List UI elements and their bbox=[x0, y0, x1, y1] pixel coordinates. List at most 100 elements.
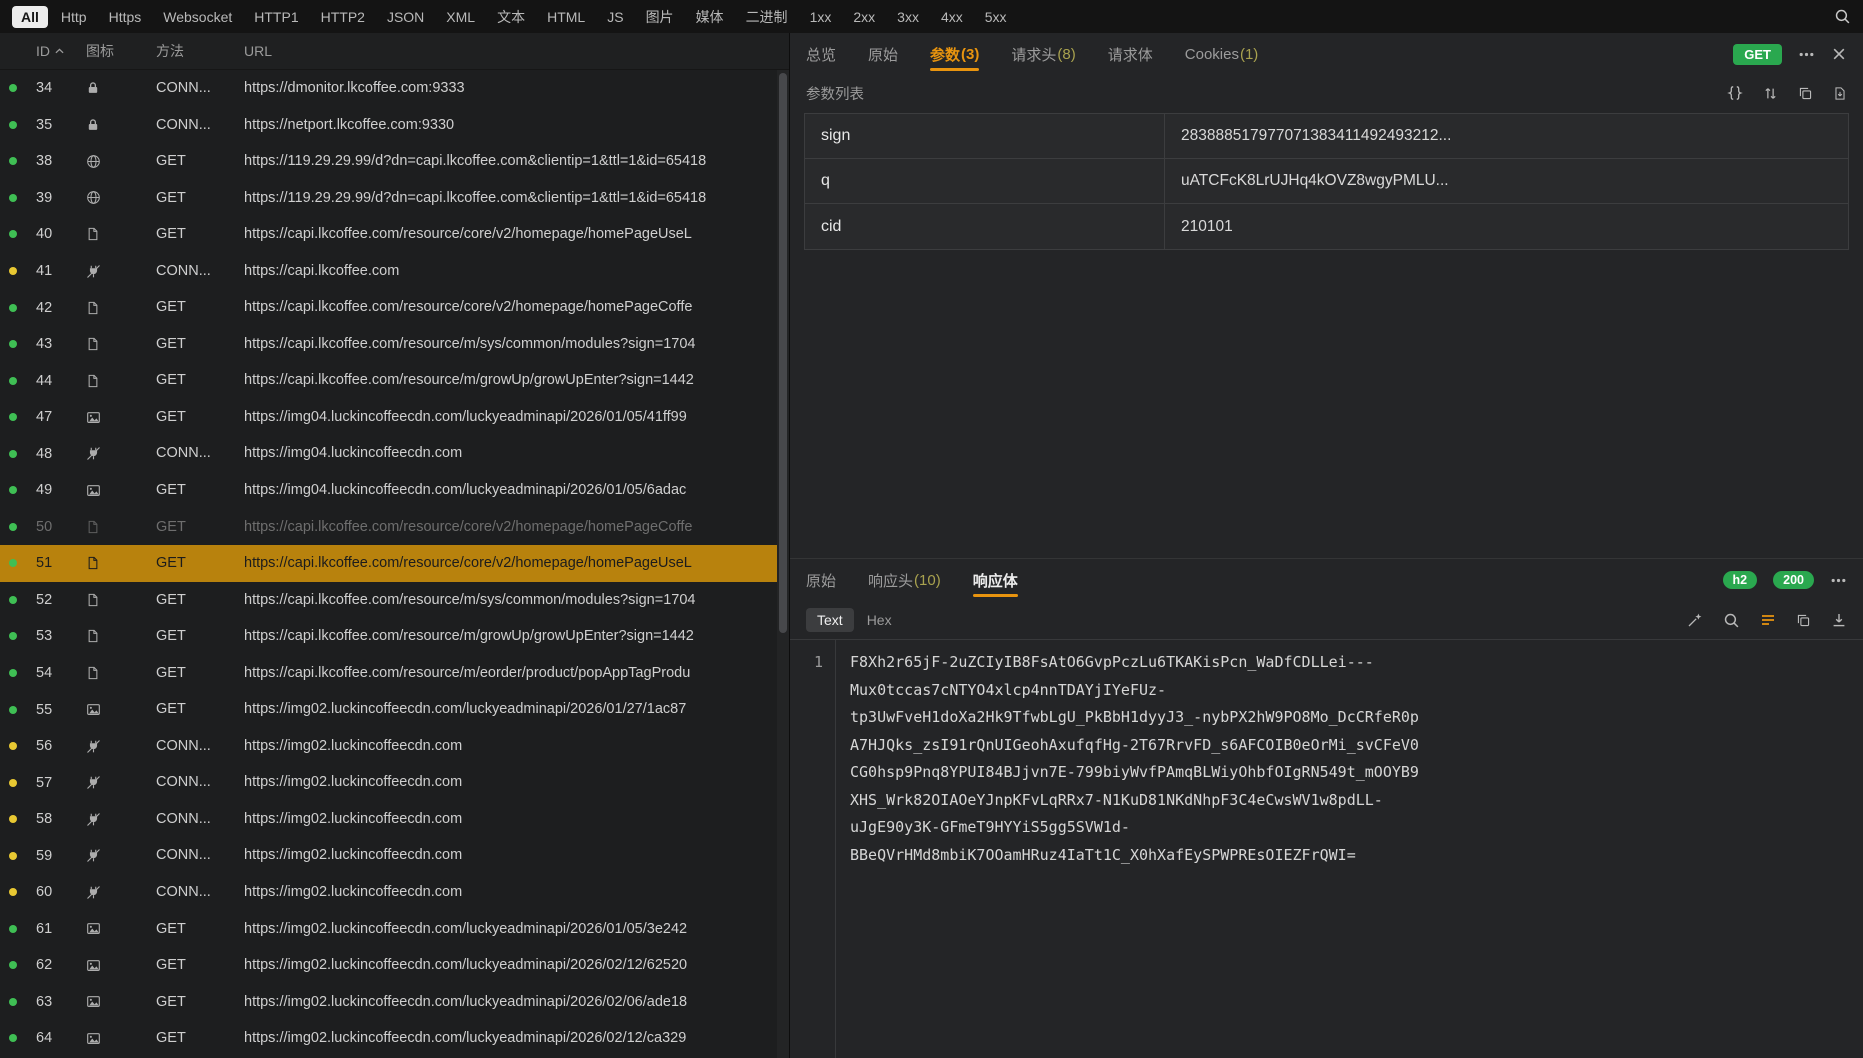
column-url[interactable]: URL bbox=[236, 43, 789, 59]
filter-JS[interactable]: JS bbox=[598, 6, 632, 28]
request-row-60[interactable]: 60CONN...https://img02.luckincoffeecdn.c… bbox=[0, 874, 777, 911]
param-row[interactable]: cid210101 bbox=[805, 204, 1848, 249]
filter-HTTP2[interactable]: HTTP2 bbox=[312, 6, 374, 28]
request-list-panel: ID 图标 方法 URL 34CONN...https://dmonitor.l… bbox=[0, 33, 789, 1058]
filter-Http[interactable]: Http bbox=[52, 6, 96, 28]
request-row-53[interactable]: 53GEThttps://capi.lkcoffee.com/resource/… bbox=[0, 618, 777, 655]
tab-总览[interactable]: 总览 bbox=[806, 33, 836, 75]
tab-原始[interactable]: 原始 bbox=[868, 33, 898, 75]
request-row-49[interactable]: 49GEThttps://img04.luckincoffeecdn.com/l… bbox=[0, 472, 777, 509]
tab-响应头[interactable]: 响应头(10) bbox=[868, 559, 941, 601]
close-icon[interactable] bbox=[1831, 46, 1847, 62]
copy-body-icon[interactable] bbox=[1796, 613, 1811, 628]
view-mode-Hex[interactable]: Hex bbox=[856, 608, 903, 632]
request-row-38[interactable]: 38GEThttps://119.29.29.99/d?dn=capi.lkco… bbox=[0, 143, 777, 180]
request-row-54[interactable]: 54GEThttps://capi.lkcoffee.com/resource/… bbox=[0, 655, 777, 692]
tab-参数[interactable]: 参数(3) bbox=[930, 33, 979, 75]
download-body-icon[interactable] bbox=[1831, 612, 1847, 628]
filter-1xx[interactable]: 1xx bbox=[801, 6, 841, 28]
request-row-59[interactable]: 59CONN...https://img02.luckincoffeecdn.c… bbox=[0, 837, 777, 874]
lock-icon bbox=[82, 118, 148, 132]
row-method: CONN... bbox=[148, 874, 236, 911]
filter-XML[interactable]: XML bbox=[437, 6, 484, 28]
request-row-43[interactable]: 43GEThttps://capi.lkcoffee.com/resource/… bbox=[0, 326, 777, 363]
filter-HTTP1[interactable]: HTTP1 bbox=[245, 6, 307, 28]
image-icon bbox=[82, 410, 148, 425]
column-id[interactable]: ID bbox=[26, 43, 82, 59]
request-row-51[interactable]: 51GEThttps://capi.lkcoffee.com/resource/… bbox=[0, 545, 777, 582]
request-row-57[interactable]: 57CONN...https://img02.luckincoffeecdn.c… bbox=[0, 764, 777, 801]
request-rows: 34CONN...https://dmonitor.lkcoffee.com:9… bbox=[0, 70, 777, 1058]
param-row[interactable]: quATCFcK8LrUJHq4kOVZ8wgyPMLU... bbox=[805, 159, 1848, 204]
sort-toggle-icon[interactable] bbox=[1763, 86, 1778, 101]
row-url: https://img02.luckincoffeecdn.com bbox=[236, 764, 777, 801]
request-row-62[interactable]: 62GEThttps://img02.luckincoffeecdn.com/l… bbox=[0, 947, 777, 984]
filter-Https[interactable]: Https bbox=[100, 6, 151, 28]
row-url: https://img02.luckincoffeecdn.com bbox=[236, 837, 777, 874]
tab-请求头[interactable]: 请求头(8) bbox=[1011, 33, 1075, 75]
request-row-42[interactable]: 42GEThttps://capi.lkcoffee.com/resource/… bbox=[0, 289, 777, 326]
search-icon[interactable] bbox=[1834, 8, 1851, 25]
scrollbar-thumb[interactable] bbox=[779, 73, 787, 633]
status-dot bbox=[9, 706, 17, 714]
scrollbar[interactable] bbox=[777, 70, 789, 1058]
request-row-58[interactable]: 58CONN...https://img02.luckincoffeecdn.c… bbox=[0, 801, 777, 838]
request-row-39[interactable]: 39GEThttps://119.29.29.99/d?dn=capi.lkco… bbox=[0, 180, 777, 217]
response-tabbar: 原始响应头(10)响应体 h2 200 bbox=[790, 559, 1863, 601]
response-body-text[interactable]: F8Xh2r65jF-2uZCIyIB8FsAtO6GvpPczLu6TKAKi… bbox=[836, 640, 1863, 1058]
column-icon[interactable]: 图标 bbox=[82, 41, 148, 61]
tab-原始[interactable]: 原始 bbox=[806, 559, 836, 601]
row-id: 47 bbox=[26, 409, 82, 425]
request-row-47[interactable]: 47GEThttps://img04.luckincoffeecdn.com/l… bbox=[0, 399, 777, 436]
filter-JSON[interactable]: JSON bbox=[378, 6, 433, 28]
tab-响应体[interactable]: 响应体 bbox=[973, 559, 1018, 601]
status-dot bbox=[9, 413, 17, 421]
status-dot bbox=[9, 523, 17, 531]
view-mode-Text[interactable]: Text bbox=[806, 608, 854, 632]
json-view-icon[interactable] bbox=[1727, 85, 1743, 101]
export-params-icon[interactable] bbox=[1833, 86, 1847, 101]
column-method[interactable]: 方法 bbox=[148, 41, 236, 61]
filter-二进制[interactable]: 二进制 bbox=[737, 4, 797, 30]
more-options-icon[interactable] bbox=[1798, 46, 1815, 63]
status-dot bbox=[9, 121, 17, 129]
request-row-35[interactable]: 35CONN...https://netport.lkcoffee.com:93… bbox=[0, 107, 777, 144]
filter-图片[interactable]: 图片 bbox=[637, 4, 683, 30]
row-method: CONN... bbox=[148, 837, 236, 874]
request-row-41[interactable]: 41CONN...https://capi.lkcoffee.com bbox=[0, 253, 777, 290]
request-row-52[interactable]: 52GEThttps://capi.lkcoffee.com/resource/… bbox=[0, 582, 777, 619]
row-method: GET bbox=[148, 1020, 236, 1057]
request-row-44[interactable]: 44GEThttps://capi.lkcoffee.com/resource/… bbox=[0, 362, 777, 399]
filter-HTML[interactable]: HTML bbox=[538, 6, 594, 28]
doc-icon bbox=[82, 556, 148, 570]
filter-Websocket[interactable]: Websocket bbox=[154, 6, 241, 28]
filter-媒体[interactable]: 媒体 bbox=[687, 4, 733, 30]
request-row-56[interactable]: 56CONN...https://img02.luckincoffeecdn.c… bbox=[0, 728, 777, 765]
request-row-50[interactable]: 50GEThttps://capi.lkcoffee.com/resource/… bbox=[0, 509, 777, 546]
tab-Cookies[interactable]: Cookies(1) bbox=[1185, 33, 1259, 75]
filter-All[interactable]: All bbox=[12, 6, 48, 28]
wrap-lines-icon[interactable] bbox=[1760, 612, 1776, 628]
copy-params-icon[interactable] bbox=[1798, 86, 1813, 101]
request-row-40[interactable]: 40GEThttps://capi.lkcoffee.com/resource/… bbox=[0, 216, 777, 253]
auto-decode-icon[interactable] bbox=[1687, 612, 1703, 628]
request-row-55[interactable]: 55GEThttps://img02.luckincoffeecdn.com/l… bbox=[0, 691, 777, 728]
filter-4xx[interactable]: 4xx bbox=[932, 6, 972, 28]
status-dot bbox=[9, 852, 17, 860]
param-row[interactable]: sign283888517977071383411492493212... bbox=[805, 114, 1848, 159]
filter-2xx[interactable]: 2xx bbox=[844, 6, 884, 28]
filter-文本[interactable]: 文本 bbox=[488, 4, 534, 30]
response-more-options-icon[interactable] bbox=[1830, 572, 1847, 589]
row-method: GET bbox=[148, 984, 236, 1021]
status-dot bbox=[9, 998, 17, 1006]
row-id: 61 bbox=[26, 921, 82, 937]
request-row-34[interactable]: 34CONN...https://dmonitor.lkcoffee.com:9… bbox=[0, 70, 777, 107]
request-row-63[interactable]: 63GEThttps://img02.luckincoffeecdn.com/l… bbox=[0, 984, 777, 1021]
request-row-64[interactable]: 64GEThttps://img02.luckincoffeecdn.com/l… bbox=[0, 1020, 777, 1057]
filter-5xx[interactable]: 5xx bbox=[976, 6, 1016, 28]
request-row-48[interactable]: 48CONN...https://img04.luckincoffeecdn.c… bbox=[0, 435, 777, 472]
search-body-icon[interactable] bbox=[1723, 612, 1740, 629]
filter-3xx[interactable]: 3xx bbox=[888, 6, 928, 28]
request-row-61[interactable]: 61GEThttps://img02.luckincoffeecdn.com/l… bbox=[0, 911, 777, 948]
tab-请求体[interactable]: 请求体 bbox=[1108, 33, 1153, 75]
